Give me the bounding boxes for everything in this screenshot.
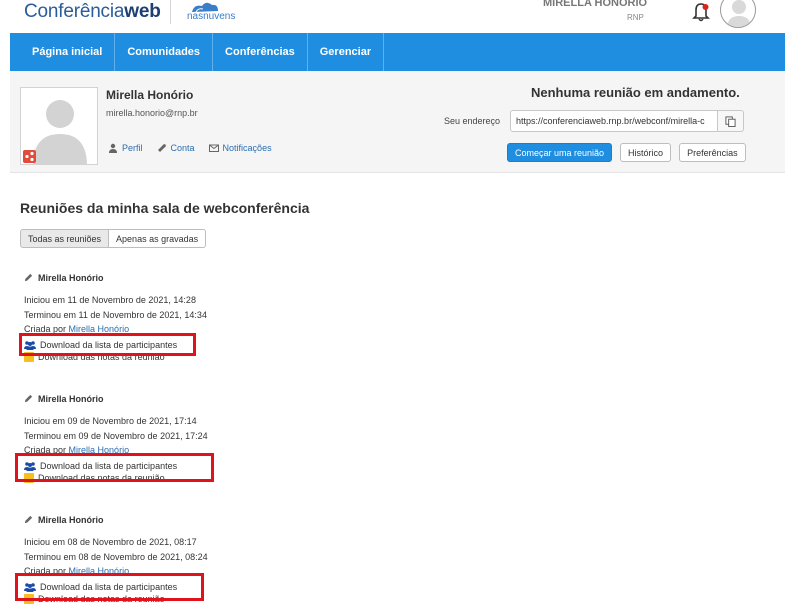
profile-name: Mirella Honório bbox=[106, 88, 194, 102]
download-participants-label: Download da lista de participantes bbox=[40, 461, 178, 472]
pencil-icon bbox=[24, 273, 33, 282]
section-title: Reuniões da minha sala de webconferência bbox=[20, 200, 310, 216]
user-icon bbox=[109, 143, 117, 153]
pencil-icon bbox=[24, 515, 33, 524]
main-nav: Página inicial Comunidades Conferências … bbox=[10, 33, 785, 71]
room-address-input[interactable]: https://conferenciaweb.rnp.br/webconf/mi… bbox=[510, 110, 718, 132]
meeting-started: Iniciou em 11 de Novembro de 2021, 14:28 bbox=[24, 295, 196, 305]
user-avatar[interactable] bbox=[720, 0, 756, 28]
notificacoes-link[interactable]: Notificações bbox=[208, 143, 272, 153]
nav-gerenciar[interactable]: Gerenciar bbox=[308, 33, 385, 71]
meeting-ended: Terminou em 11 de Novembro de 2021, 14:3… bbox=[24, 309, 207, 320]
filter-recorded[interactable]: Apenas as gravadas bbox=[109, 229, 207, 248]
meeting-ended: Terminou em 09 de Novembro de 2021, 17:2… bbox=[24, 430, 208, 441]
filter-all[interactable]: Todas as reuniões bbox=[20, 229, 110, 248]
start-meeting-button[interactable]: Começar uma reunião bbox=[507, 143, 613, 162]
download-notes-label: Download das notas da reunião bbox=[38, 352, 165, 363]
created-by-label: Criada por bbox=[24, 324, 67, 335]
profile-picture bbox=[20, 87, 98, 165]
meeting-title-text: Mirella Honório bbox=[38, 514, 104, 525]
copy-icon bbox=[725, 115, 736, 127]
meeting-title-text: Mirella Honório bbox=[38, 393, 104, 404]
download-notes-link[interactable]: Download das notas da reunião bbox=[24, 591, 424, 607]
download-participants-label: Download da lista de participantes bbox=[40, 582, 178, 593]
pencil-icon bbox=[24, 394, 33, 403]
top-header: Conferênciaweb nasnuvens MIRELLA HONÓRIO… bbox=[0, 0, 785, 34]
notes-icon bbox=[24, 352, 34, 363]
notes-icon bbox=[24, 473, 34, 484]
users-icon bbox=[24, 462, 36, 472]
profile-email: mirella.honorio@rnp.br bbox=[106, 108, 198, 118]
notificacoes-link-label: Notificações bbox=[222, 143, 272, 153]
download-notes-link[interactable]: Download das notas da reunião bbox=[24, 470, 424, 486]
profile-panel: Mirella Honório mirella.honorio@rnp.br P… bbox=[10, 71, 785, 173]
bell-icon[interactable] bbox=[690, 0, 712, 24]
meeting-title: Mirella Honório bbox=[24, 513, 424, 526]
history-button[interactable]: Histórico bbox=[620, 143, 672, 162]
meeting-status: Nenhuma reunião em andamento. bbox=[531, 85, 740, 100]
creator-link[interactable]: Mirella Honório bbox=[69, 324, 130, 334]
created-by-label: Criada por bbox=[24, 566, 67, 577]
notes-icon bbox=[24, 594, 34, 605]
meeting-filter: Todas as reuniões Apenas as gravadas bbox=[20, 229, 207, 248]
download-notes-link[interactable]: Download das notas da reunião bbox=[24, 349, 424, 365]
perfil-link[interactable]: Perfil bbox=[108, 143, 143, 153]
download-notes-label: Download das notas da reunião bbox=[38, 473, 165, 484]
meeting-title: Mirella Honório bbox=[24, 392, 424, 405]
users-icon bbox=[24, 583, 36, 593]
creator-link[interactable]: Mirella Honório bbox=[69, 445, 130, 455]
preferences-button[interactable]: Preferências bbox=[679, 143, 746, 162]
nav-conferencias[interactable]: Conferências bbox=[213, 33, 308, 71]
logo-divider bbox=[170, 0, 171, 24]
meeting-title-text: Mirella Honório bbox=[38, 272, 104, 283]
user-name[interactable]: MIRELLA HONÓRIO bbox=[543, 0, 647, 9]
envelope-icon bbox=[208, 144, 219, 152]
app-logo[interactable]: Conferênciaweb bbox=[24, 1, 161, 23]
avatar-silhouette-icon bbox=[727, 0, 751, 27]
share-badge-icon[interactable] bbox=[23, 150, 36, 163]
logo-bold-text: web bbox=[124, 1, 161, 22]
profile-silhouette-icon bbox=[21, 88, 97, 164]
meeting-started: Iniciou em 08 de Novembro de 2021, 08:17 bbox=[24, 537, 197, 547]
profile-links: Perfil Conta Notificações bbox=[108, 143, 272, 153]
address-group: https://conferenciaweb.rnp.br/webconf/mi… bbox=[510, 110, 744, 132]
nav-pagina-inicial[interactable]: Página inicial bbox=[10, 33, 116, 71]
meeting-creator: Criada por Mirella Honório bbox=[24, 322, 424, 337]
room-actions: Começar uma reunião Histórico Preferênci… bbox=[507, 143, 746, 162]
download-notes-label: Download das notas da reunião bbox=[38, 594, 165, 605]
meeting-title: Mirella Honório bbox=[24, 271, 424, 284]
creator-link[interactable]: Mirella Honório bbox=[69, 566, 130, 576]
meeting-item: Mirella Honório Iniciou em 11 de Novembr… bbox=[24, 271, 424, 365]
user-org: RNP bbox=[627, 13, 644, 22]
meeting-item: Mirella Honório Iniciou em 09 de Novembr… bbox=[24, 392, 424, 486]
wrench-icon bbox=[157, 144, 166, 152]
meeting-creator: Criada por Mirella Honório bbox=[24, 564, 424, 579]
users-icon bbox=[24, 341, 36, 351]
room-address-value: https://conferenciaweb.rnp.br/webconf/mi… bbox=[516, 116, 705, 126]
conta-link-label: Conta bbox=[170, 143, 195, 153]
conta-link[interactable]: Conta bbox=[157, 143, 195, 153]
meeting-ended: Terminou em 08 de Novembro de 2021, 08:2… bbox=[24, 551, 208, 562]
meeting-creator: Criada por Mirella Honório bbox=[24, 443, 424, 458]
nav-comunidades[interactable]: Comunidades bbox=[115, 33, 214, 71]
address-label: Seu endereço bbox=[444, 116, 501, 126]
meeting-started: Iniciou em 09 de Novembro de 2021, 17:14 bbox=[24, 416, 197, 426]
partner-logo-text: nasnuvens bbox=[187, 11, 236, 22]
perfil-link-label: Perfil bbox=[122, 143, 143, 153]
copy-address-button[interactable] bbox=[718, 110, 744, 132]
download-participants-label: Download da lista de participantes bbox=[40, 340, 178, 351]
meeting-item: Mirella Honório Iniciou em 08 de Novembr… bbox=[24, 513, 424, 607]
logo-light-text: Conferência bbox=[24, 1, 125, 22]
created-by-label: Criada por bbox=[24, 445, 67, 456]
